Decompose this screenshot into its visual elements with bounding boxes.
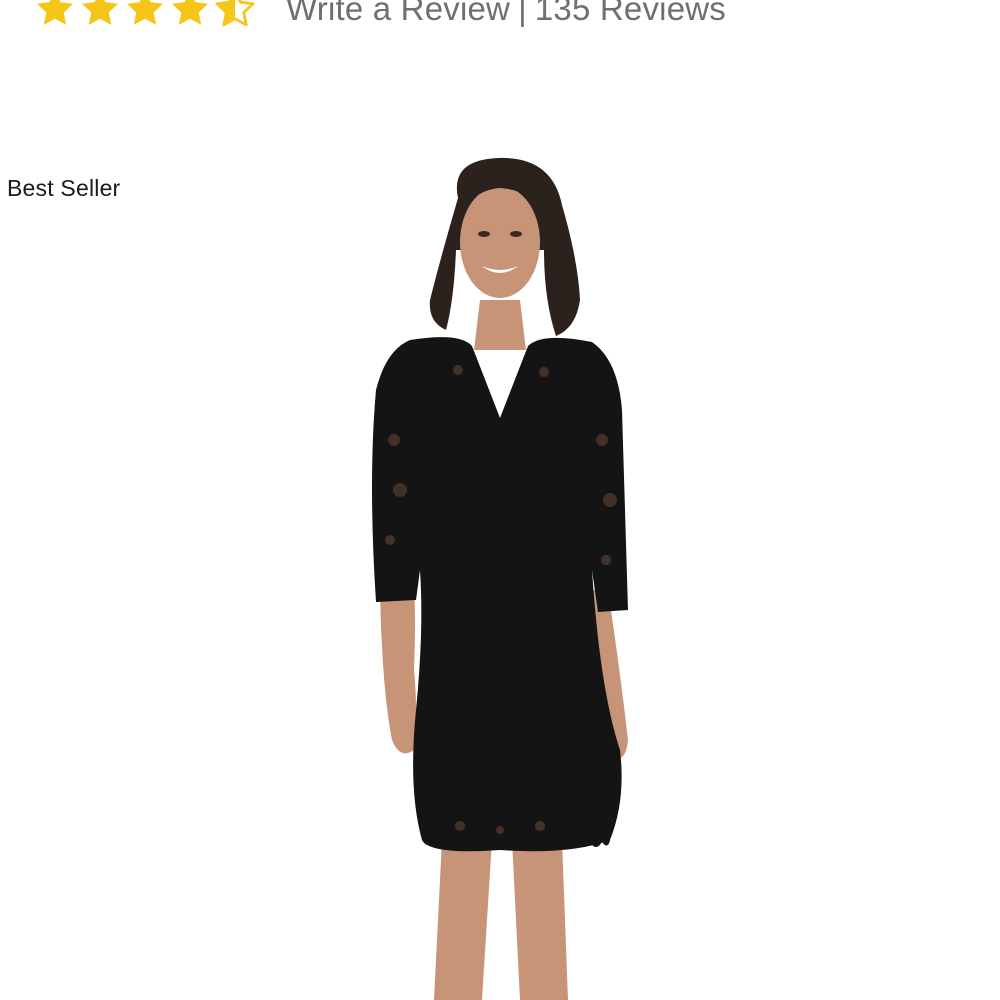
best-seller-badge: Best Seller (7, 175, 121, 201)
product-page: Write a Review | 135 Reviews Best Seller (0, 0, 1000, 1000)
review-links: Write a Review | 135 Reviews (286, 0, 726, 28)
star-icon (169, 0, 211, 30)
separator: | (518, 0, 527, 27)
star-icon (34, 0, 76, 30)
product-image[interactable] (330, 150, 670, 1000)
write-review-link[interactable]: Write a Review (286, 0, 510, 27)
rating-row: Write a Review | 135 Reviews (34, 0, 726, 32)
star-icon (124, 0, 166, 30)
reviews-count-link[interactable]: 135 Reviews (535, 0, 726, 27)
star-rating[interactable] (34, 0, 256, 30)
black-lace-dress-photo (372, 157, 628, 1000)
half-star-icon (214, 0, 256, 30)
star-icon (79, 0, 121, 30)
